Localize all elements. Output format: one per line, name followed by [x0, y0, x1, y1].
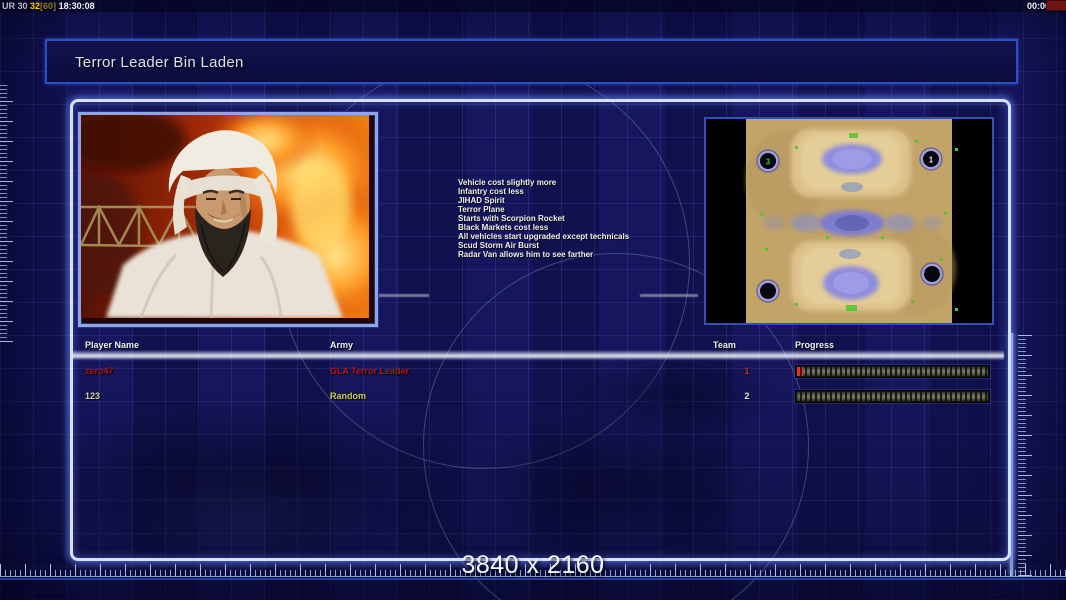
table-header-divider [72, 350, 1004, 360]
faction-traits-list: Vehicle cost slightly more Infantry cost… [458, 178, 718, 259]
minimap-panel: 3 1 [704, 117, 994, 325]
player-name: 123 [85, 391, 100, 401]
trait-line: All vehicles start upgraded except techn… [458, 232, 718, 241]
player-name: zero47 [85, 366, 114, 376]
page-title: Terror Leader Bin Laden [75, 54, 244, 71]
ruler-left [0, 84, 14, 342]
loading-screen: UR 30 32[60] 18:30:08 00:00:00 Terror Le… [0, 0, 1066, 600]
trait-line: Vehicle cost slightly more [458, 178, 718, 187]
ruler-right [1018, 333, 1033, 576]
column-header-team: Team [713, 340, 736, 350]
trait-line: Radar Van allows him to see farther [458, 250, 718, 259]
fps-counter: 32 [30, 1, 40, 11]
portrait-panel [78, 112, 378, 327]
player-team: 1 [738, 366, 756, 376]
resolution-label: 3840 x 2160 [0, 551, 1066, 580]
column-header-player-name: Player Name [85, 340, 139, 350]
trait-line: Terror Plane [458, 205, 718, 214]
trait-line: Infantry cost less [458, 187, 718, 196]
column-header-army: Army [330, 340, 353, 350]
player-army: GLA Terror Leader [330, 366, 409, 376]
clock: 18:30:08 [59, 1, 95, 11]
progress-bar [795, 365, 990, 378]
column-header-progress: Progress [795, 340, 834, 350]
spawn-marker-bottom-right [921, 263, 943, 285]
fps-cap: [60] [40, 1, 56, 11]
trait-line: JIHAD Spirit [458, 196, 718, 205]
spawn-marker-top-left: 3 [757, 150, 779, 172]
progress-track [797, 392, 988, 401]
progress-track [797, 367, 988, 376]
trait-line: Black Markets cost less [458, 223, 718, 232]
minimap-image: 3 1 [706, 119, 992, 323]
trait-line: Starts with Scorpion Rocket [458, 214, 718, 223]
player-army: Random [330, 391, 366, 401]
spawn-marker-top-right: 1 [920, 148, 942, 170]
session-label: UR 30 [0, 1, 28, 11]
trait-line: Scud Storm Air Burst [458, 241, 718, 250]
spawn-marker-bottom-left [757, 280, 779, 302]
player-team: 2 [738, 391, 756, 401]
portrait-image [81, 115, 369, 318]
progress-fill [797, 367, 803, 376]
title-bar: Terror Leader Bin Laden [45, 39, 1018, 84]
svg-text:3: 3 [766, 158, 771, 167]
progress-bar [795, 390, 990, 403]
corner-indicator [1046, 0, 1066, 11]
svg-text:1: 1 [929, 156, 934, 165]
status-bar: UR 30 32[60] 18:30:08 [0, 0, 1066, 12]
